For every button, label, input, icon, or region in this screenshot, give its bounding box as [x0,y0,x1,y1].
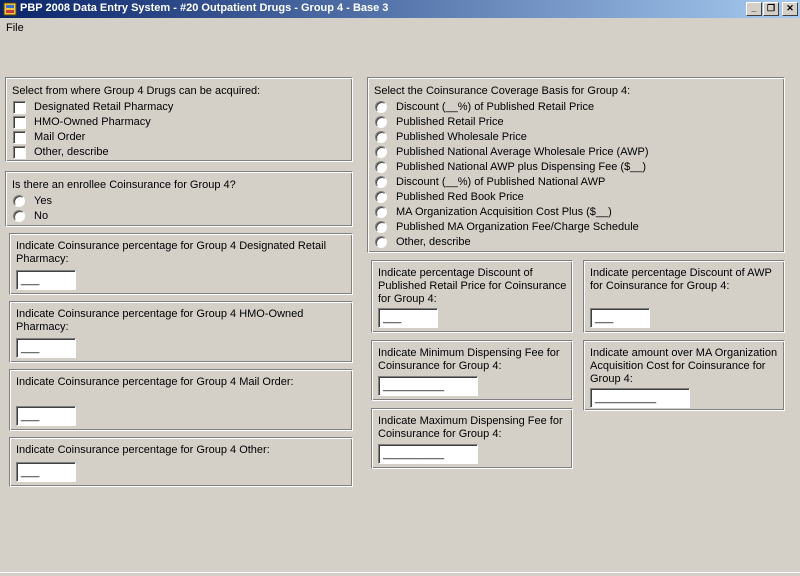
coins-hmo-input[interactable]: ___ [16,338,76,358]
close-button[interactable]: ✕ [782,2,798,16]
radio-button[interactable] [375,146,387,158]
enrollee-group: Is there an enrollee Coinsurance for Gro… [5,171,353,227]
coins-mail-group: Indicate Coinsurance percentage for Grou… [9,369,353,431]
bottom-edge [0,572,800,576]
radio-button[interactable] [13,210,25,222]
coins-mail-label: Indicate Coinsurance percentage for Grou… [16,376,294,388]
min-fee-group: Indicate Minimum Dispensing Fee for Coin… [371,340,573,401]
title-bar[interactable]: PBP 2008 Data Entry System - #20 Outpati… [0,0,800,18]
min-fee-input[interactable]: __________ [378,376,478,396]
checkbox[interactable] [13,131,26,144]
over-cost-label: Indicate amount over MA Organization Acq… [590,347,778,385]
checkbox[interactable] [13,146,26,159]
radio-button[interactable] [375,221,387,233]
basis-title: Select the Coinsurance Coverage Basis fo… [374,85,631,97]
acquired-group: Select from where Group 4 Drugs can be a… [5,77,353,162]
radio-button[interactable] [375,191,387,203]
discount-awp-label: Indicate percentage Discount of AWP for … [590,267,772,292]
over-cost-group: Indicate amount over MA Organization Acq… [583,340,785,411]
radio-button[interactable] [13,195,25,207]
coins-other-input[interactable]: ___ [16,462,76,482]
coins-retail-label: Indicate Coinsurance percentage for Grou… [16,240,327,265]
max-fee-input[interactable]: __________ [378,444,478,464]
coins-other-group: Indicate Coinsurance percentage for Grou… [9,437,353,487]
checkbox[interactable] [13,116,26,129]
over-cost-input[interactable]: __________ [590,388,690,408]
coins-hmo-label: Indicate Coinsurance percentage for Grou… [16,308,304,333]
menu-file[interactable]: File [6,22,24,34]
radio-button[interactable] [375,176,387,188]
discount-retail-group: Indicate percentage Discount of Publishe… [371,260,573,333]
radio-button[interactable] [375,161,387,173]
menu-bar: File [0,19,800,37]
checkbox[interactable] [13,101,26,114]
coins-hmo-group: Indicate Coinsurance percentage for Grou… [9,301,353,363]
discount-awp-group: Indicate percentage Discount of AWP for … [583,260,785,333]
basis-group: Select the Coinsurance Coverage Basis fo… [367,77,785,253]
app-icon [3,2,17,16]
max-fee-group: Indicate Maximum Dispensing Fee for Coin… [371,408,573,469]
restore-button[interactable]: ❐ [763,2,779,16]
radio-button[interactable] [375,206,387,218]
coins-retail-input[interactable]: ___ [16,270,76,290]
radio-button[interactable] [375,116,387,128]
window-title: PBP 2008 Data Entry System - #20 Outpati… [20,2,389,14]
coins-other-label: Indicate Coinsurance percentage for Grou… [16,444,270,456]
acquired-title: Select from where Group 4 Drugs can be a… [12,85,261,97]
coins-mail-input[interactable]: ___ [16,406,76,426]
radio-button[interactable] [375,101,387,113]
max-fee-label: Indicate Maximum Dispensing Fee for Coin… [378,415,563,440]
coins-retail-group: Indicate Coinsurance percentage for Grou… [9,233,353,295]
radio-button[interactable] [375,131,387,143]
discount-retail-label: Indicate percentage Discount of Publishe… [378,267,567,305]
discount-awp-input[interactable]: ___ [590,308,650,328]
enrollee-title: Is there an enrollee Coinsurance for Gro… [12,179,236,191]
min-fee-label: Indicate Minimum Dispensing Fee for Coin… [378,347,560,372]
radio-button[interactable] [375,236,387,248]
minimize-button[interactable]: _ [746,2,762,16]
discount-retail-input[interactable]: ___ [378,308,438,328]
